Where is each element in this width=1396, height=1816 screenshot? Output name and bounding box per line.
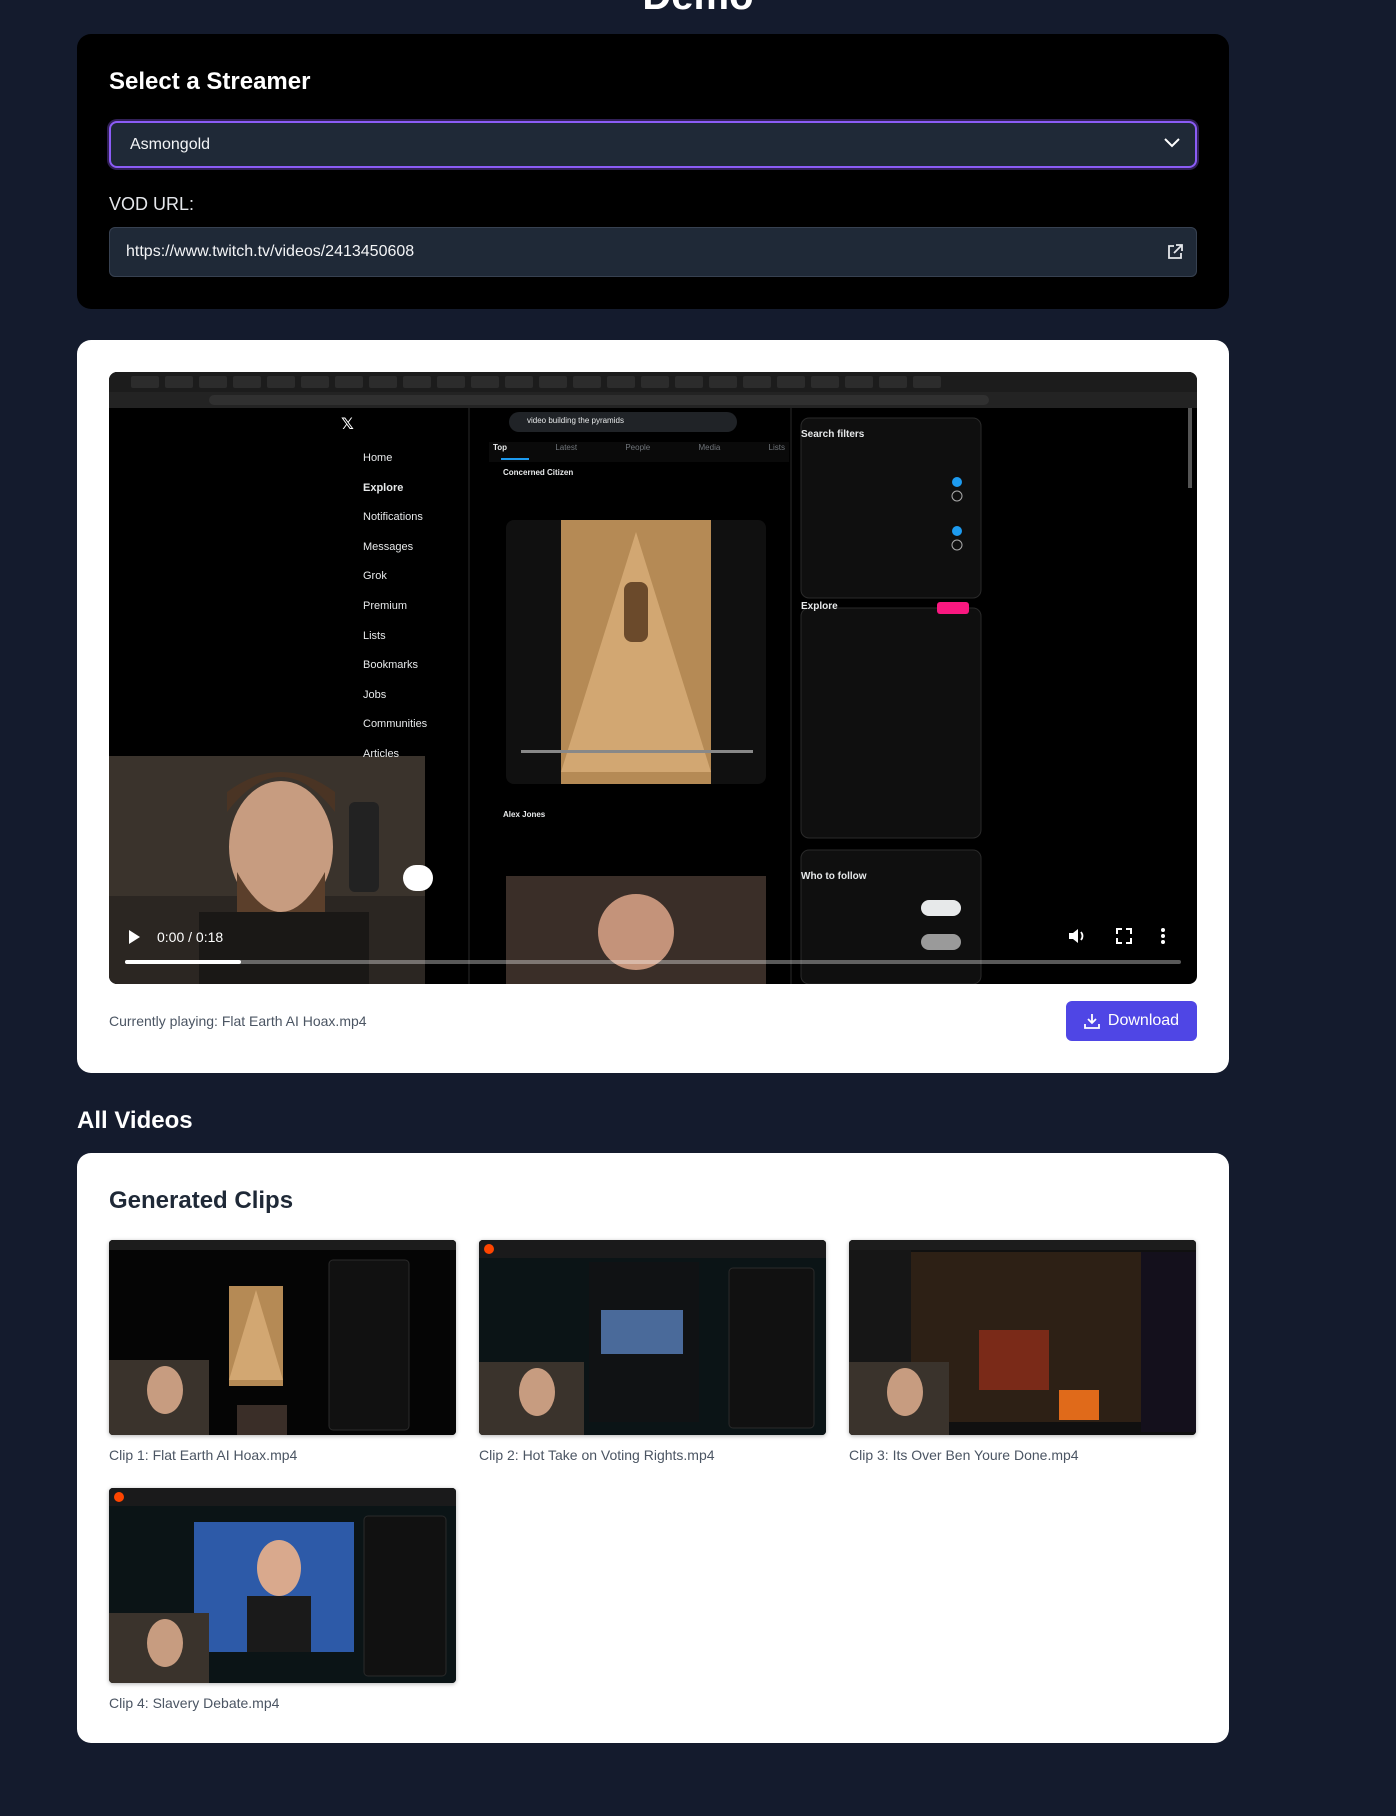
- streamer-panel: Select a Streamer Asmongold VOD URL: htt…: [77, 34, 1229, 309]
- x-nav-item: Premium: [363, 599, 408, 612]
- x-nav-item: Lists: [363, 629, 386, 642]
- x-nav-item: Communities: [363, 718, 428, 731]
- x-tab: Latest: [555, 443, 578, 452]
- x-nav-item: Articles: [363, 747, 400, 760]
- page-title: Demo: [0, 0, 1396, 19]
- x-search-query: video building the pyramids: [527, 416, 624, 425]
- vod-url-label: VOD URL:: [109, 194, 195, 214]
- x-nav-item: Jobs: [363, 688, 387, 701]
- clip-thumbnail[interactable]: [479, 1240, 826, 1435]
- now-playing-text: Currently playing: Flat Earth AI Hoax.mp…: [109, 1013, 367, 1029]
- video-frame: [109, 372, 1197, 984]
- x-nav: Home Explore Notifications Messages Grok…: [363, 444, 427, 770]
- clip-thumbnail[interactable]: [849, 1240, 1196, 1435]
- x-filters-title: Search filters: [801, 429, 865, 440]
- x-nav-item: Messages: [363, 540, 414, 553]
- x-tab: Lists: [768, 443, 785, 452]
- x-nav-item: Bookmarks: [363, 659, 419, 672]
- x-who-to-follow: Who to follow: [801, 871, 867, 882]
- x-tab: Top: [493, 443, 508, 452]
- clip-label: Clip 1: Flat Earth AI Hoax.mp4: [109, 1447, 298, 1463]
- clip-thumbnail[interactable]: [109, 1488, 456, 1683]
- fullscreen-icon[interactable]: [1115, 927, 1133, 945]
- streamer-heading: Select a Streamer: [109, 68, 311, 95]
- download-label: Download: [1107, 1012, 1180, 1029]
- x-nav-item: Grok: [363, 570, 387, 583]
- streamer-select-value: Asmongold: [130, 136, 211, 153]
- x-post-author: Concerned Citizen: [503, 468, 574, 477]
- x-post2-author: Alex Jones: [503, 810, 546, 819]
- vod-url-field[interactable]: https://www.twitch.tv/videos/2413450608: [109, 227, 1197, 277]
- clip-card[interactable]: Clip 1: Flat Earth AI Hoax.mp4: [109, 1240, 456, 1463]
- play-icon[interactable]: [127, 929, 141, 945]
- generated-clips-panel: Generated Clips Clip 1: Flat Earth AI Ho…: [77, 1153, 1229, 1743]
- more-options-icon[interactable]: [1160, 927, 1166, 945]
- x-logo-icon: 𝕏: [341, 416, 354, 433]
- x-tab: People: [625, 443, 651, 452]
- chevron-down-icon: [1164, 138, 1180, 148]
- x-tabs: Top Latest People Media Lists: [493, 443, 785, 452]
- clip-card[interactable]: Clip 4: Slavery Debate.mp4: [109, 1488, 456, 1711]
- x-tab: Media: [698, 443, 721, 452]
- player-panel: 𝕏 Home Explore Notifications Messages Gr…: [77, 340, 1229, 1073]
- clip-thumbnail[interactable]: [109, 1240, 456, 1435]
- all-videos-heading: All Videos: [77, 1107, 193, 1134]
- video-progress-fill: [125, 960, 242, 964]
- volume-icon[interactable]: [1067, 927, 1087, 945]
- clip-label: Clip 3: Its Over Ben Youre Done.mp4: [849, 1447, 1079, 1463]
- vod-url-value: https://www.twitch.tv/videos/2413450608: [126, 243, 415, 260]
- clip-card[interactable]: Clip 2: Hot Take on Voting Rights.mp4: [479, 1240, 826, 1463]
- x-nav-item: Explore: [363, 481, 404, 494]
- download-button[interactable]: Download: [1066, 1001, 1197, 1041]
- download-icon: [1084, 1014, 1100, 1029]
- clip-label: Clip 2: Hot Take on Voting Rights.mp4: [479, 1447, 715, 1463]
- x-explore-title: Explore: [801, 601, 838, 612]
- video-player[interactable]: 𝕏 Home Explore Notifications Messages Gr…: [109, 372, 1197, 984]
- streamer-select[interactable]: Asmongold: [109, 121, 1197, 168]
- external-link-icon[interactable]: [1166, 243, 1184, 261]
- generated-clips-title: Generated Clips: [109, 1187, 294, 1214]
- x-nav-item: Notifications: [363, 511, 423, 524]
- video-progress-bar[interactable]: [125, 960, 1181, 964]
- time-display: 0:00 / 0:18: [157, 929, 224, 945]
- clip-label: Clip 4: Slavery Debate.mp4: [109, 1695, 280, 1711]
- clip-card[interactable]: Clip 3: Its Over Ben Youre Done.mp4: [849, 1240, 1196, 1463]
- x-nav-item: Home: [363, 452, 393, 464]
